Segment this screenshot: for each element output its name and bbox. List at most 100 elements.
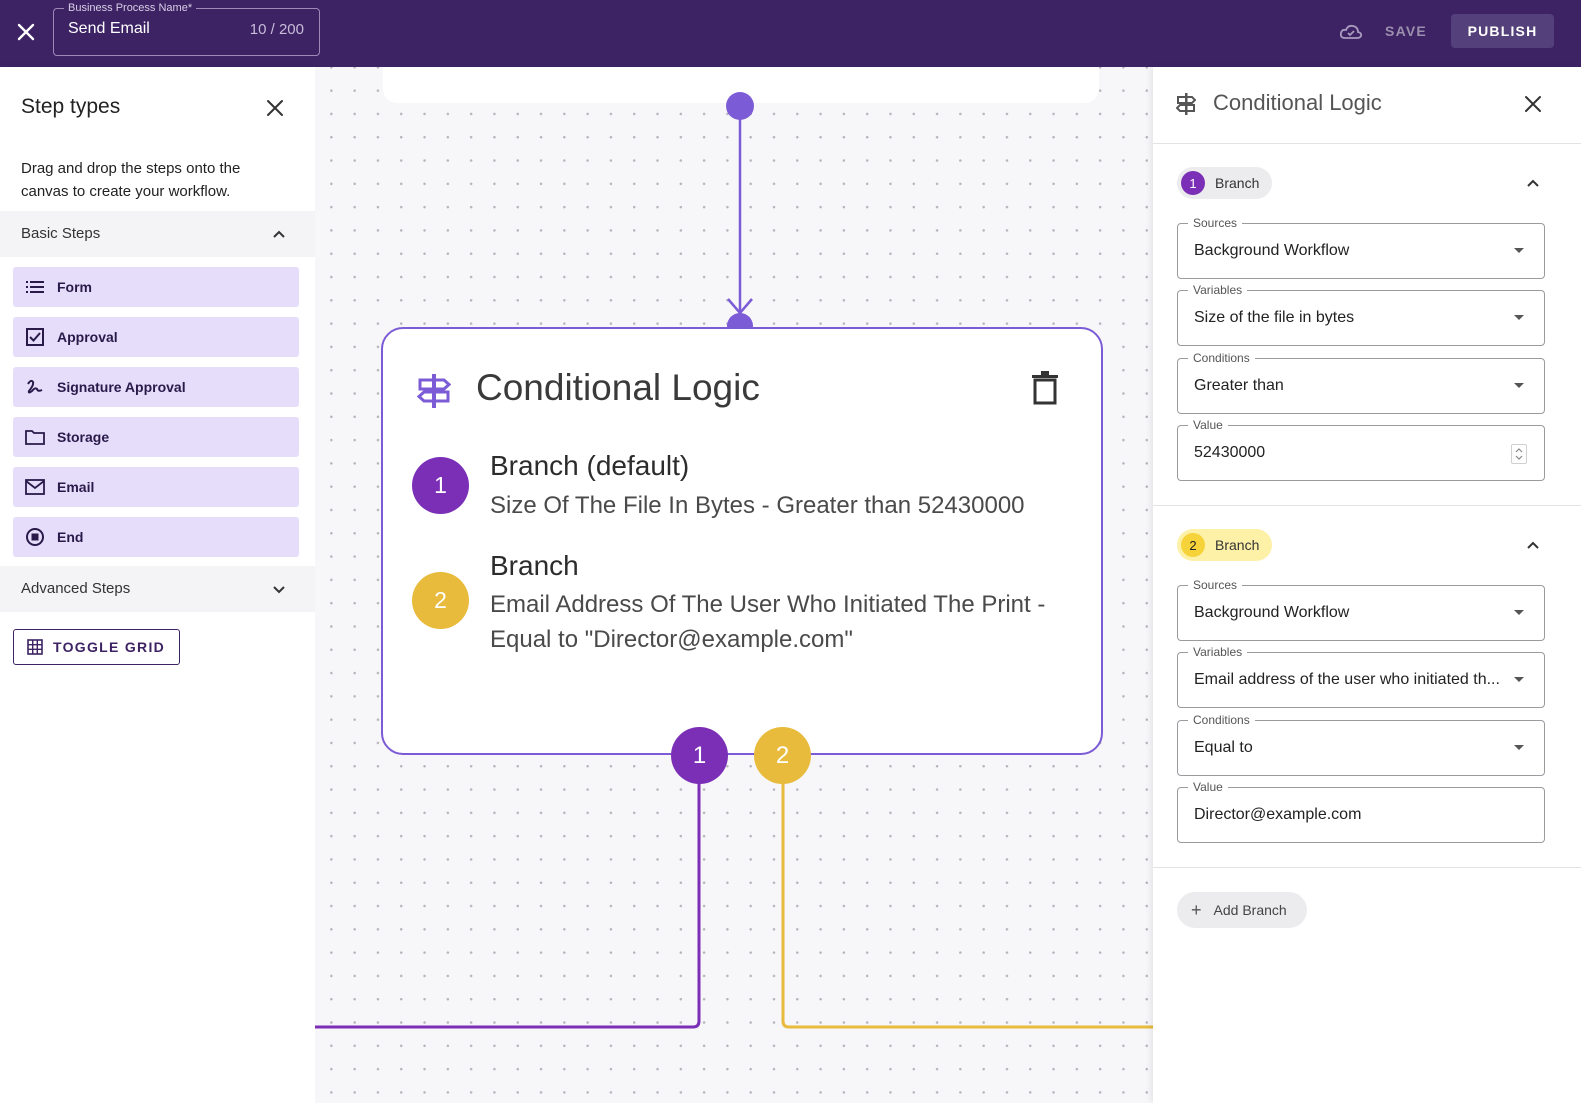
- step-types-panel: Step types Drag and drop the steps onto …: [0, 67, 315, 1103]
- chevron-up-icon[interactable]: [1525, 537, 1541, 553]
- step-label: Form: [57, 279, 92, 295]
- step-signature-approval[interactable]: Signature Approval: [13, 367, 299, 407]
- variables-select[interactable]: Variables Email address of the user who …: [1177, 645, 1545, 708]
- branch-title: Branch (default): [490, 450, 690, 481]
- branch-description: Email Address Of The User Who Initiated …: [490, 591, 1046, 653]
- panel-title: Step types: [21, 95, 121, 118]
- toggle-grid-label: TOGGLE GRID: [53, 639, 166, 655]
- branch-label: Branch: [1215, 175, 1260, 191]
- advanced-steps-label: Advanced Steps: [21, 580, 131, 597]
- branch-2-wire: [781, 777, 1153, 1029]
- field-label: Conditions: [1188, 351, 1255, 365]
- toggle-grid-button[interactable]: TOGGLE GRID: [13, 629, 180, 665]
- plus-icon: +: [1191, 900, 1202, 920]
- dropdown-caret-icon: [1514, 745, 1524, 750]
- step-label: Email: [57, 479, 95, 495]
- stop-circle-icon: [25, 527, 45, 547]
- field-value: Size of the file in bytes: [1194, 309, 1355, 326]
- add-branch-label: Add Branch: [1213, 902, 1287, 918]
- panel-description: Drag and drop the steps onto the canvas …: [21, 160, 241, 200]
- basic-steps-accordion[interactable]: Basic Steps: [0, 211, 315, 257]
- advanced-steps-accordion[interactable]: Advanced Steps: [0, 566, 315, 612]
- sources-select[interactable]: Sources Background Workflow: [1177, 216, 1545, 279]
- close-icon[interactable]: [1523, 94, 1543, 114]
- branch-description: Size Of The File In Bytes - Greater than…: [490, 492, 1025, 519]
- branch-chip-1: 1 Branch: [1177, 167, 1273, 199]
- chevron-up-icon: [273, 230, 285, 238]
- field-value[interactable]: 52430000: [1194, 444, 1504, 462]
- close-icon[interactable]: [265, 98, 285, 118]
- dropdown-caret-icon: [1514, 610, 1524, 615]
- add-branch-button[interactable]: + Add Branch: [1177, 892, 1307, 928]
- signpost-icon: [1176, 93, 1196, 115]
- dropdown-caret-icon: [1514, 383, 1524, 388]
- field-label: Sources: [1188, 216, 1243, 230]
- dropdown-caret-icon: [1514, 248, 1524, 253]
- field-value: Background Workflow: [1194, 604, 1350, 621]
- top-bar: Business Process Name* Send Email 10 / 2…: [0, 0, 1581, 67]
- divider: [1153, 143, 1581, 144]
- char-counter: 10 / 200: [249, 21, 304, 38]
- branch-number: 2: [1181, 533, 1205, 557]
- cloud-sync-icon: [1339, 24, 1363, 39]
- checkbox-icon: [25, 327, 45, 347]
- conditions-select[interactable]: Conditions Greater than: [1177, 351, 1545, 414]
- node-title: Conditional Logic: [476, 367, 760, 408]
- list-icon: [25, 277, 45, 297]
- publish-button[interactable]: PUBLISH: [1451, 14, 1554, 48]
- step-storage[interactable]: Storage: [13, 417, 299, 457]
- branch-label: Branch: [1215, 537, 1260, 553]
- step-email[interactable]: Email: [13, 467, 299, 507]
- signature-icon: [25, 377, 45, 397]
- conditional-logic-node[interactable]: Conditional Logic 1 Branch (default) Siz…: [381, 327, 1103, 755]
- field-value: Equal to: [1194, 739, 1253, 756]
- field-label: Value: [1188, 418, 1228, 432]
- panel-title: Conditional Logic: [1213, 90, 1382, 115]
- field-label: Conditions: [1188, 713, 1255, 727]
- variables-select[interactable]: Variables Size of the file in bytes: [1177, 283, 1545, 346]
- field-value[interactable]: Director@example.com: [1194, 806, 1504, 824]
- branch-number-badge: 2: [412, 572, 469, 629]
- number-spinner-icon[interactable]: [1511, 444, 1527, 464]
- workflow-canvas[interactable]: Conditional Logic 1 Branch (default) Siz…: [315, 67, 1153, 1103]
- dropdown-caret-icon: [1514, 315, 1524, 320]
- field-label: Variables: [1188, 645, 1248, 659]
- folder-icon: [25, 427, 45, 447]
- chevron-up-icon[interactable]: [1525, 175, 1541, 191]
- signpost-icon: [417, 374, 451, 408]
- grid-icon: [27, 639, 43, 655]
- process-name-label: Business Process Name*: [64, 1, 197, 15]
- step-label: End: [57, 529, 84, 545]
- field-value: Background Workflow: [1194, 242, 1350, 259]
- field-value: Greater than: [1194, 377, 1284, 394]
- step-form[interactable]: Form: [13, 267, 299, 307]
- value-number-input[interactable]: Value 52430000: [1177, 418, 1545, 481]
- branch-chip-2: 2 Branch: [1177, 529, 1273, 561]
- field-value: Email address of the user who initiated …: [1194, 671, 1500, 688]
- envelope-icon: [25, 477, 45, 497]
- properties-panel: Conditional Logic 1 Branch Sources Backg…: [1153, 67, 1581, 1103]
- divider: [1153, 867, 1581, 868]
- field-label: Value: [1188, 780, 1228, 794]
- field-label: Sources: [1188, 578, 1243, 592]
- step-label: Storage: [57, 429, 110, 445]
- step-approval[interactable]: Approval: [13, 317, 299, 357]
- chevron-down-icon: [273, 586, 285, 594]
- save-button[interactable]: SAVE: [1370, 14, 1442, 48]
- process-name-value[interactable]: Send Email: [68, 20, 150, 38]
- output-connector-1[interactable]: 1: [671, 727, 728, 784]
- trash-icon[interactable]: [1031, 371, 1059, 405]
- value-text-input[interactable]: Value Director@example.com: [1177, 780, 1545, 843]
- step-end[interactable]: End: [13, 517, 299, 557]
- basic-steps-label: Basic Steps: [21, 225, 101, 242]
- divider: [1153, 505, 1581, 506]
- branch-number: 1: [1181, 171, 1205, 195]
- branch-number-badge: 1: [412, 457, 469, 514]
- process-name-field[interactable]: Business Process Name* Send Email 10 / 2…: [53, 1, 320, 56]
- field-label: Variables: [1188, 283, 1248, 297]
- close-icon[interactable]: [14, 20, 38, 44]
- sources-select[interactable]: Sources Background Workflow: [1177, 578, 1545, 641]
- conditions-select[interactable]: Conditions Equal to: [1177, 713, 1545, 776]
- dropdown-caret-icon: [1514, 677, 1524, 682]
- output-connector-2[interactable]: 2: [754, 727, 811, 784]
